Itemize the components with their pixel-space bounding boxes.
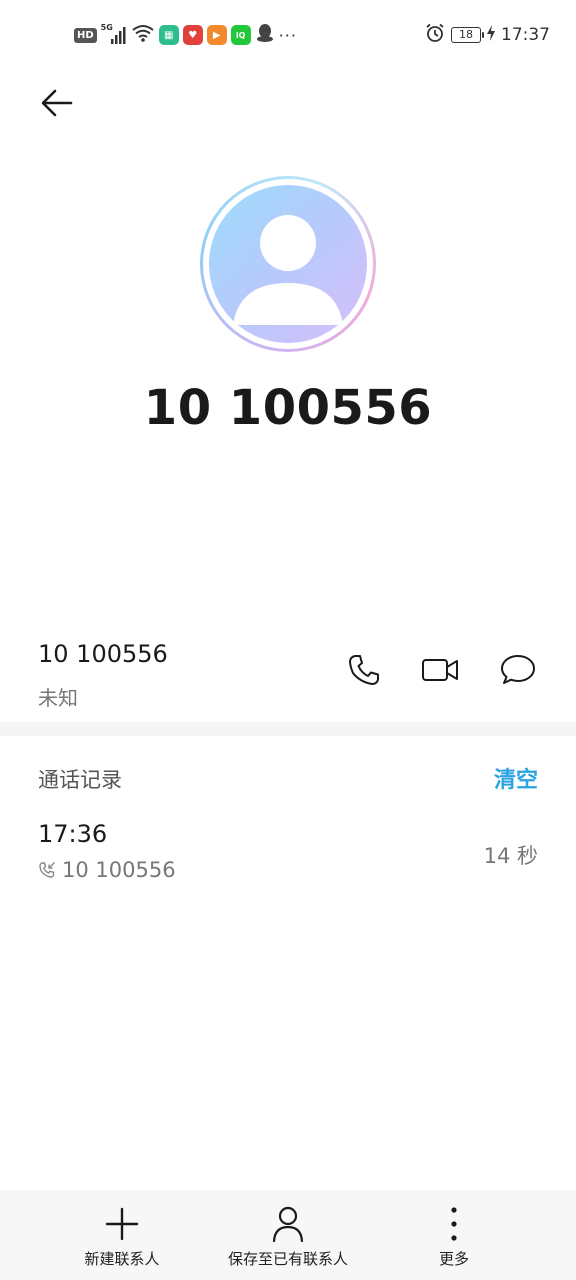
call-log-number: 10 100556 (62, 858, 176, 882)
section-divider (0, 722, 576, 736)
alarm-icon (425, 23, 445, 47)
call-log-detail: 10 100556 (38, 858, 176, 882)
save-to-existing-contact-button[interactable]: 保存至已有联系人 (218, 1190, 358, 1280)
contact-avatar (200, 176, 376, 352)
more-notifications-icon: ··· (278, 25, 297, 45)
incoming-call-icon (39, 862, 55, 878)
network-type-label: 5G (100, 23, 113, 32)
more-label: 更多 (438, 1250, 469, 1268)
hd-badge: HD (74, 27, 97, 43)
heart-app-icon: ♥ (182, 25, 203, 45)
message-bubble-icon (501, 655, 535, 684)
video-app-icon: ▶ (206, 25, 227, 45)
bottom-action-bar: 新建联系人 保存至已有联系人 更多 (0, 1190, 576, 1280)
plus-icon (105, 1207, 139, 1241)
avatar-placeholder-icon (209, 185, 367, 343)
status-bar: HD 5G ▦ ♥ ▶ iQ ··· 18 17:37 (0, 0, 576, 70)
more-vertical-icon (451, 1207, 457, 1241)
battery-icon: 18 (451, 27, 484, 43)
status-time: 17:37 (501, 25, 550, 45)
video-call-button[interactable] (418, 648, 462, 692)
back-arrow-icon (41, 89, 73, 117)
qq-icon (255, 23, 275, 47)
person-icon (272, 1206, 304, 1243)
call-log-header: 通话记录 (38, 768, 122, 792)
call-button[interactable] (342, 648, 386, 692)
charging-icon (487, 25, 495, 45)
new-contact-label: 新建联系人 (84, 1250, 160, 1268)
save-to-existing-contact-label: 保存至已有联系人 (227, 1250, 348, 1268)
more-button[interactable]: 更多 (424, 1190, 484, 1280)
signal-icon: 5G (100, 23, 127, 45)
video-camera-icon (422, 659, 458, 681)
call-log-time: 17:36 (38, 820, 108, 848)
back-button[interactable] (34, 80, 80, 126)
clear-call-log-button[interactable]: 清空 (494, 762, 538, 794)
status-bar-left: HD 5G ▦ ♥ ▶ iQ ··· (74, 23, 297, 47)
app-store-icon: ▦ (158, 25, 179, 45)
new-contact-button[interactable]: 新建联系人 (72, 1190, 172, 1280)
contact-title: 10 100556 (143, 380, 433, 436)
phone-number: 10 100556 (38, 640, 168, 668)
phone-icon (349, 655, 379, 685)
status-bar-right: 18 17:37 (425, 23, 550, 47)
iqiyi-app-icon: iQ (230, 25, 251, 45)
phone-number-label: 未知 (38, 686, 78, 710)
wifi-icon (131, 23, 155, 47)
call-log-duration: 14 秒 (483, 844, 538, 868)
phone-number-row[interactable]: 10 100556 未知 (0, 628, 576, 724)
message-button[interactable] (496, 648, 540, 692)
